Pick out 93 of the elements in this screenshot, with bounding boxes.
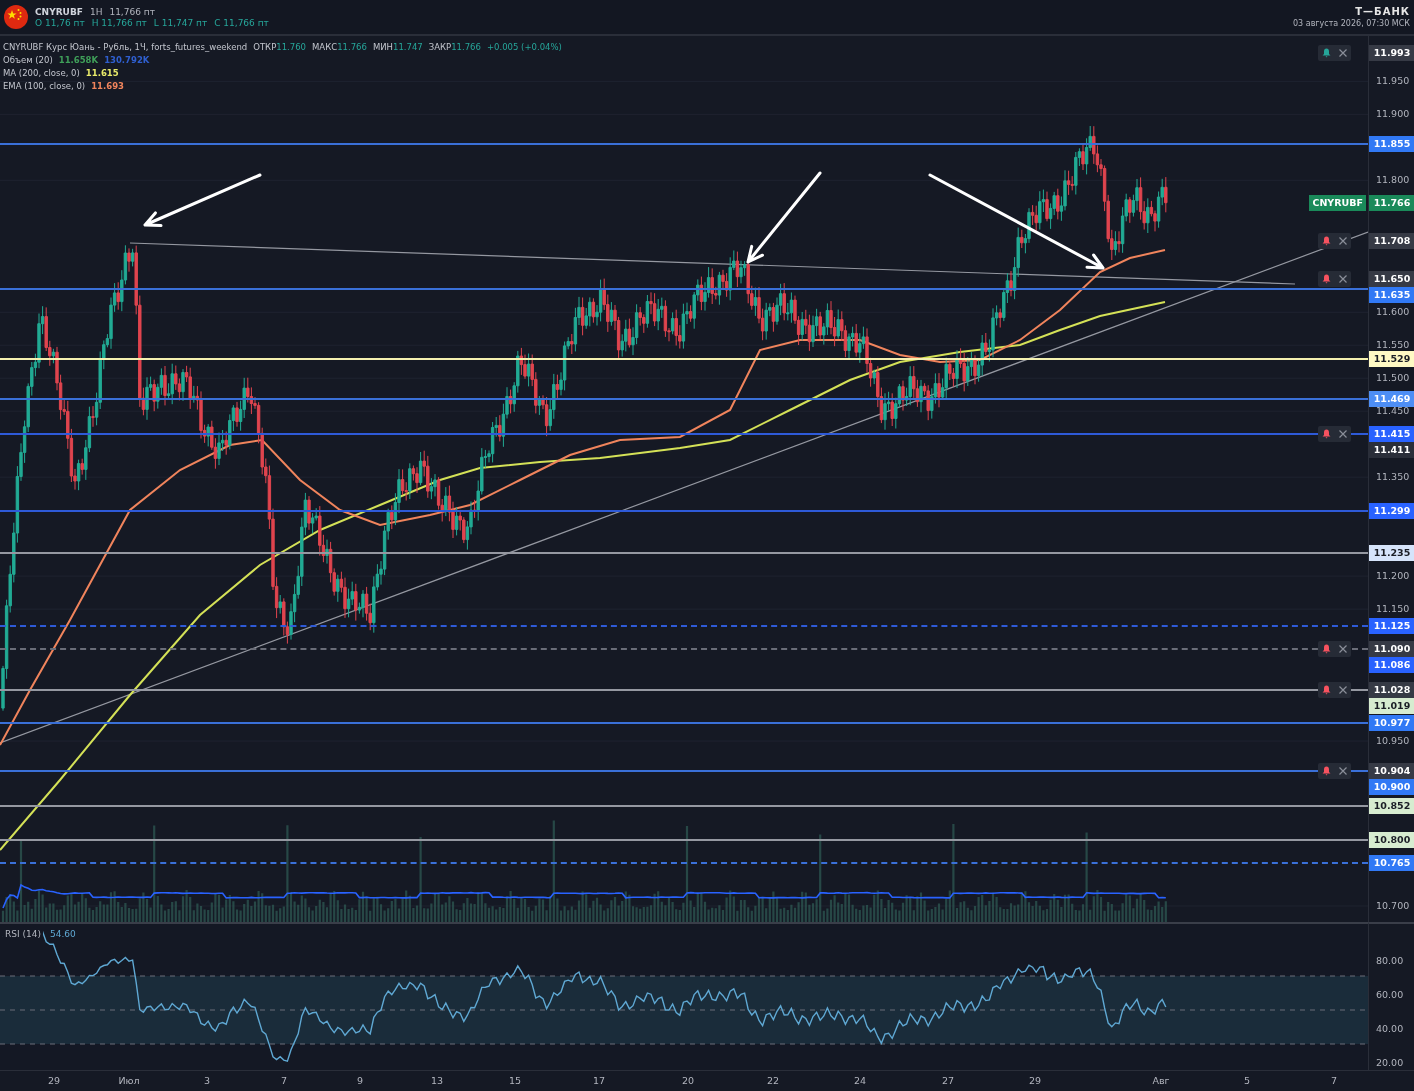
price-badge: 11.635 [1369,287,1414,304]
date-tick: 22 [766,1075,780,1086]
rsi-tick: 40.00 [1376,1022,1404,1036]
price-badge: 10.900 [1369,779,1414,796]
indicator-name: Объем (20) [3,55,53,65]
bell-icon[interactable] [1322,48,1331,58]
indicator-value: 54.60 [47,929,78,939]
price-badge: 11.299 [1369,502,1414,519]
price-badge: 11.529 [1369,351,1414,368]
price-badge: 11.469 [1369,390,1414,407]
current-price-badge: 11.766 [1369,194,1414,211]
date-tick: Авг [1152,1075,1170,1086]
price-badge: 11.125 [1369,617,1414,634]
date-tick: Июл [118,1075,140,1086]
price-badge: 11.855 [1369,136,1414,153]
indicator-name: RSI (14) [3,929,43,939]
price-badge: 11.415 [1369,426,1414,443]
symbol-name: CNYRUBF [35,6,83,17]
close-icon[interactable] [1339,237,1347,245]
price-badge: 10.852 [1369,797,1414,814]
last-price: 11,766 пт [109,6,155,17]
bell-icon[interactable] [1322,274,1331,285]
date-tick: 29 [47,1075,61,1086]
rsi-tick: 60.00 [1376,988,1404,1002]
price-tick: 11.600 [1376,305,1410,320]
price-tick: 11.450 [1376,404,1410,419]
price-tick: 10.950 [1376,734,1410,749]
price-tick: 10.700 [1376,899,1410,913]
price-badge: 10.977 [1369,715,1414,732]
indicator-value: 130.792K [104,55,150,65]
price-badge: 11.090 [1369,640,1414,657]
ohlc-value: O 11,76 пт [35,17,85,28]
legend-value: МИН 11.747 [372,42,423,52]
brand-name: Т—БАНК [1355,6,1410,17]
date-tick: 7 [281,1075,287,1086]
interval: 1H [89,6,103,17]
legend-title: CNYRUBF Курс Юань - Рубль, 1Ч, forts_futures_weekend [3,42,248,52]
indicator-value: 11.615 [85,68,119,78]
price-badge: 10.904 [1369,763,1414,780]
ohlc-value: C 11,766 пт [214,17,269,28]
date-tick: 13 [430,1075,444,1086]
legend-value: ЗАКР11.766 [428,42,481,52]
price-badge: 11.708 [1369,233,1414,249]
close-icon[interactable] [1339,644,1347,653]
date-tick: 3 [204,1075,210,1086]
price-badge: 11.411 [1369,442,1414,459]
close-icon[interactable] [1339,430,1347,439]
bell-icon[interactable] [1322,766,1331,777]
price-tick: 11.900 [1376,107,1410,122]
price-badge: 10.765 [1369,855,1414,872]
date-tick: 9 [357,1075,363,1086]
bell-icon[interactable] [1322,684,1331,695]
date-tick: 24 [853,1075,867,1086]
price-badge: 11.650 [1369,271,1414,288]
date-time: 03 августа 2026, 07:30 МСК [1293,19,1410,28]
price-tick: 11.150 [1376,602,1410,617]
symbol-tag: CNYRUBF [1309,194,1366,211]
date-tick: 29 [1028,1075,1042,1086]
indicator-name: MA (200, close, 0) [3,68,80,78]
legend-value: ОТКР11.760 [253,42,307,52]
price-tick: 11.550 [1376,338,1410,353]
indicator-value: 11.658K [58,55,99,65]
indicator-name: EMA (100, close, 0) [3,81,86,91]
date-tick: 27 [941,1075,955,1086]
bell-icon[interactable] [1322,429,1331,440]
price-badge: 10.800 [1369,832,1414,848]
price-tick: 11.500 [1376,371,1410,386]
close-icon[interactable] [1339,685,1347,694]
date-tick: 15 [508,1075,522,1086]
ohlc-value: H 11,766 пт [91,17,147,28]
bell-icon[interactable] [1322,236,1331,246]
indicator-value: 11.693 [91,81,124,91]
price-tick: 11.950 [1376,74,1410,89]
close-icon[interactable] [1339,49,1347,57]
price-badge: 11.993 [1369,45,1414,61]
date-tick: 5 [1244,1075,1250,1086]
price-tick: 11.200 [1376,569,1410,584]
date-tick: 7 [1331,1075,1337,1086]
price-tick: 11.800 [1376,173,1410,188]
date-tick: 17 [592,1075,606,1086]
price-tick: 11.350 [1376,470,1410,485]
rsi-tick: 20.00 [1376,1056,1404,1070]
close-icon[interactable] [1339,767,1347,776]
flag-icon [4,5,28,29]
legend-value: МАКС11.766 [312,42,367,52]
price-badge: 11.235 [1369,545,1414,562]
ohlc-value: L 11,747 пт [153,17,208,28]
price-badge: 11.028 [1369,681,1414,698]
rsi-tick: 80.00 [1376,954,1404,968]
date-tick: 20 [681,1075,695,1086]
close-icon[interactable] [1339,275,1347,284]
bell-icon[interactable] [1322,643,1331,654]
price-change: +0.005 (+0.04%) [486,42,562,52]
